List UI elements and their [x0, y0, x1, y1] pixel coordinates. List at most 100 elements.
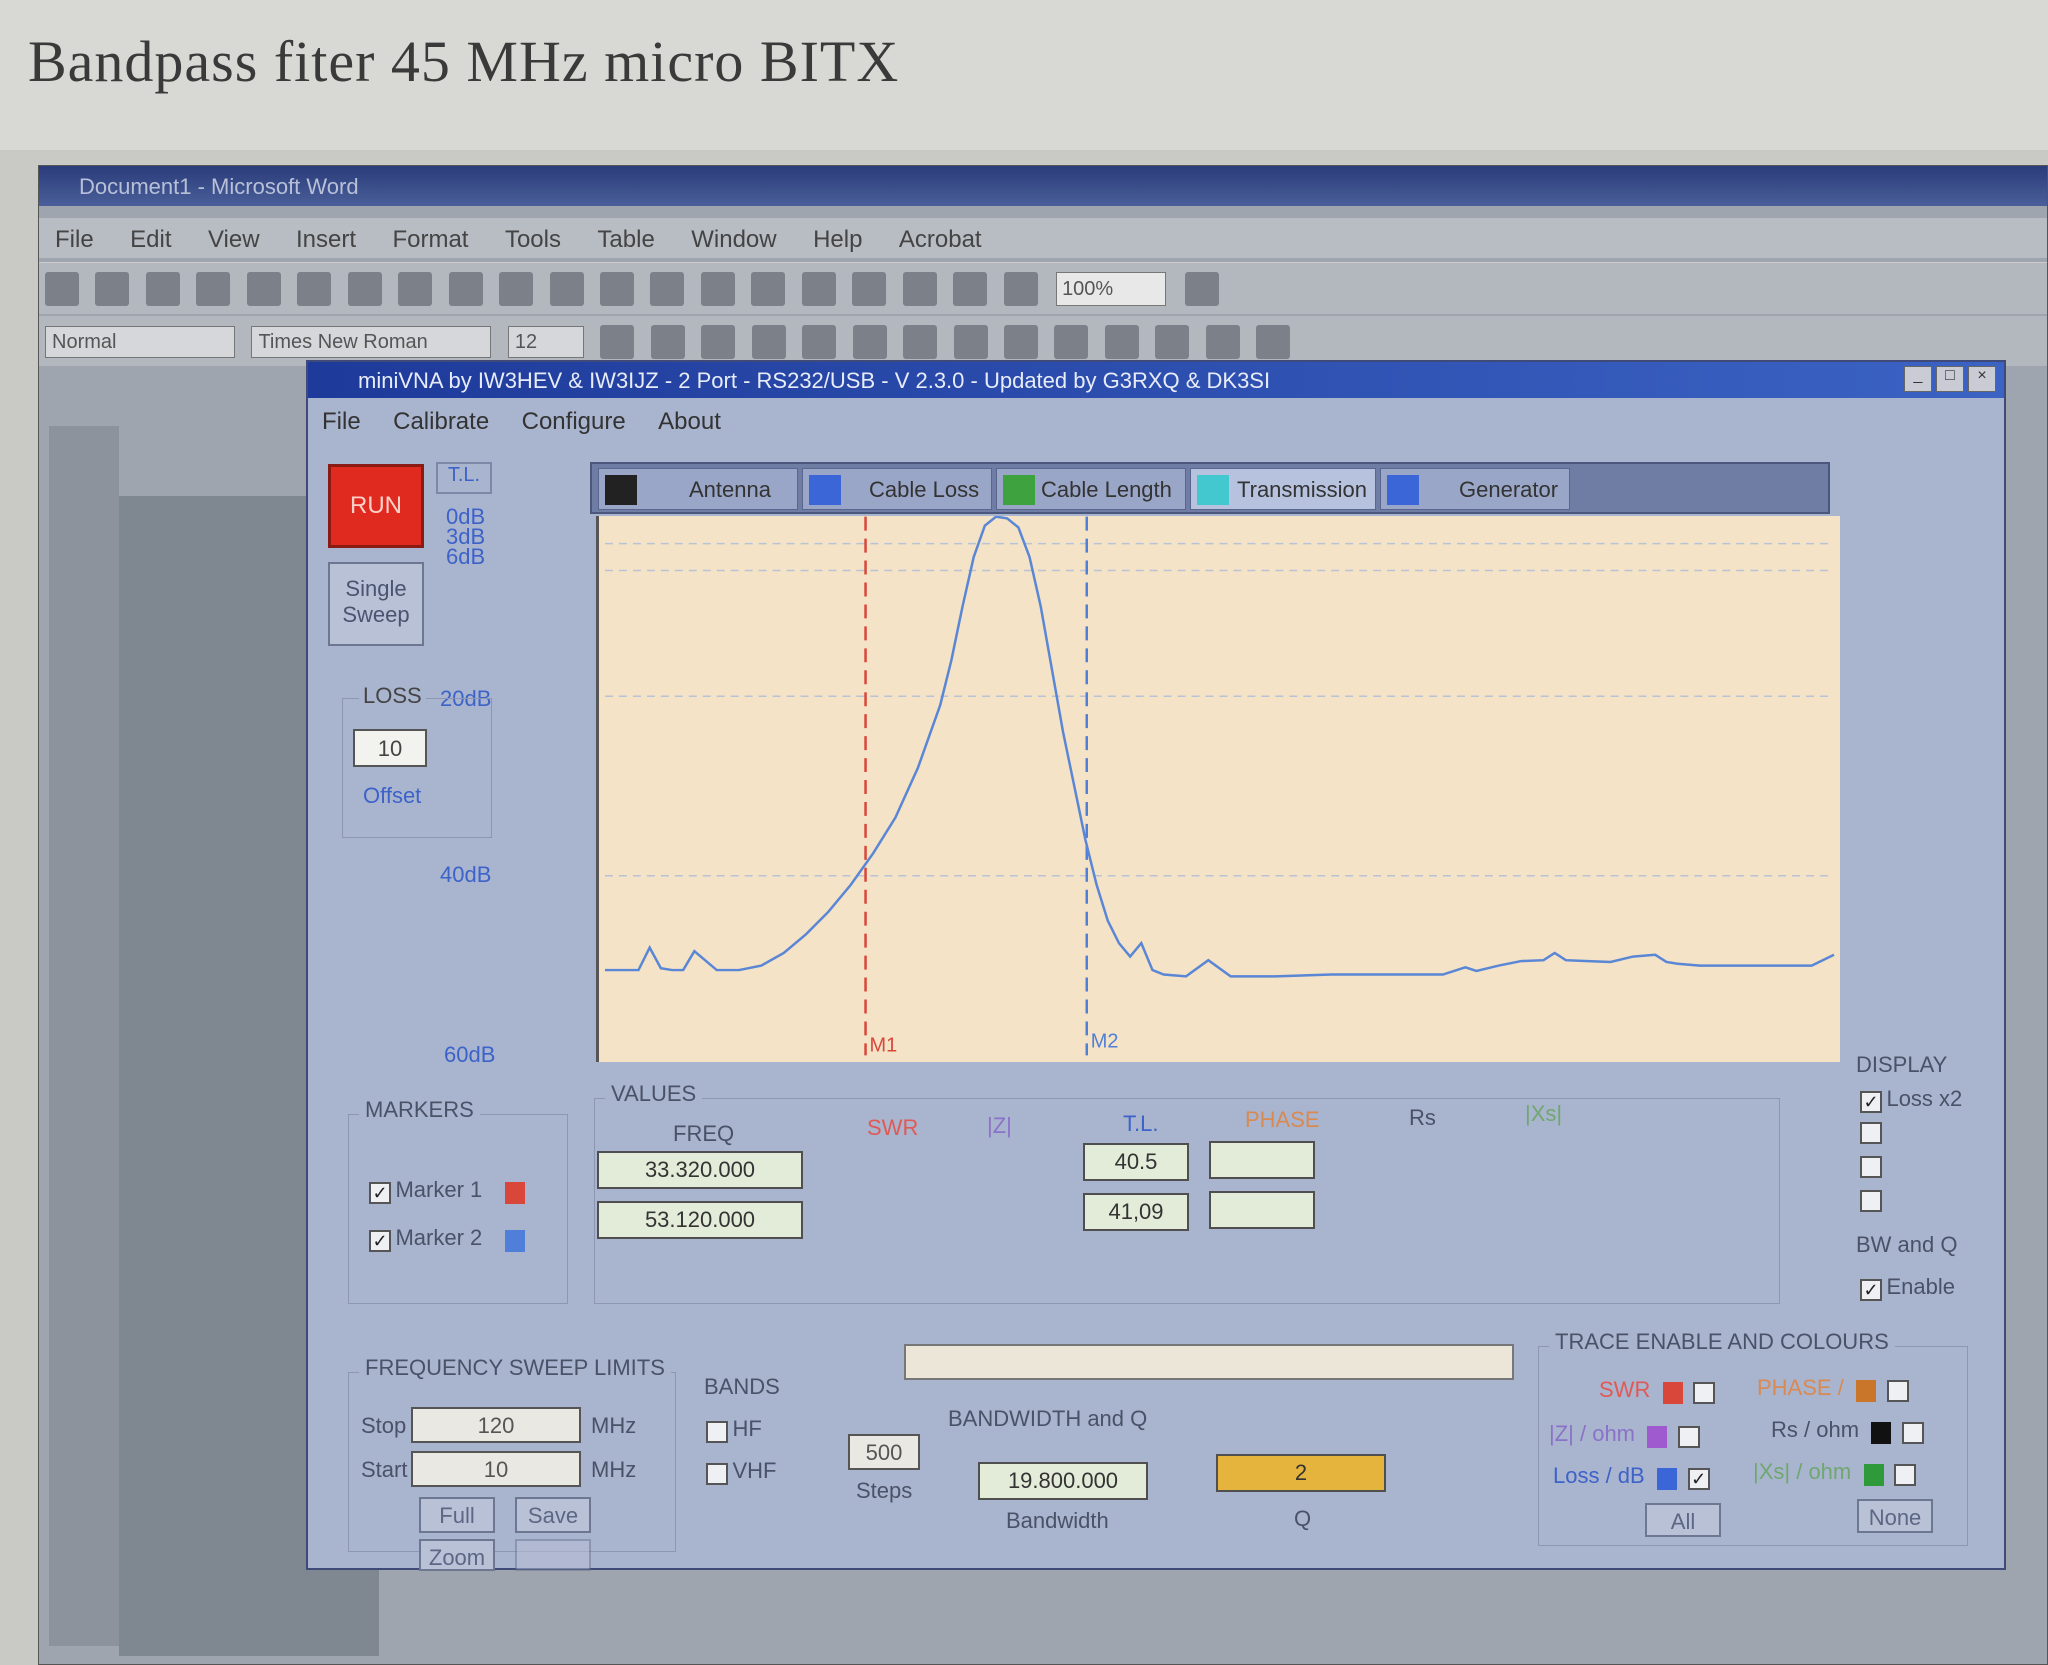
menu-file[interactable]: File [308, 402, 375, 442]
display-checkbox-3[interactable] [1860, 1156, 1882, 1178]
transmission-plot[interactable]: M1 M2 [596, 516, 1840, 1062]
increase-indent-icon[interactable] [1104, 325, 1139, 359]
loss-color-swatch[interactable] [1657, 1467, 1678, 1490]
minimize-icon[interactable]: _ [1904, 366, 1932, 392]
align-right-icon[interactable] [852, 325, 887, 359]
font-color-icon[interactable] [1256, 325, 1291, 359]
save-disk-icon[interactable] [145, 272, 180, 306]
justify-icon[interactable] [903, 325, 938, 359]
tab-transmission[interactable]: Transmission [1190, 468, 1376, 510]
word-menu-window[interactable]: Window [675, 218, 792, 262]
word-menu-tools[interactable]: Tools [489, 218, 577, 262]
zoom-select[interactable]: 100% [1056, 272, 1167, 306]
bw-enable-checkbox[interactable]: ✓ [1860, 1278, 1882, 1301]
save-button[interactable]: Save [515, 1497, 591, 1533]
swr-color-swatch[interactable] [1662, 1381, 1683, 1404]
spelling-icon[interactable] [297, 272, 332, 306]
display-checkbox-4-box[interactable] [1860, 1190, 1882, 1212]
new-document-icon[interactable] [45, 272, 79, 306]
display-checkbox-2[interactable] [1860, 1122, 1882, 1144]
help-icon[interactable] [1184, 272, 1219, 306]
highlight-icon[interactable] [1205, 325, 1240, 359]
open-folder-icon[interactable] [95, 272, 130, 306]
phase-trace-checkbox[interactable] [1886, 1379, 1909, 1402]
menu-configure[interactable]: Configure [508, 402, 640, 442]
font-size-select[interactable]: 12 [507, 326, 584, 358]
insert-excel-icon[interactable] [801, 272, 836, 306]
underline-icon[interactable] [701, 325, 736, 359]
phase-color-swatch[interactable] [1856, 1379, 1877, 1402]
hyperlink-icon[interactable] [650, 272, 685, 306]
z-color-swatch[interactable] [1647, 1425, 1668, 1448]
word-menu-format[interactable]: Format [376, 218, 484, 262]
loss-input[interactable]: 10 [353, 729, 427, 767]
rs-trace-checkbox[interactable] [1901, 1421, 1924, 1444]
zoom-button[interactable]: Zoom [419, 1539, 495, 1571]
align-center-icon[interactable] [802, 325, 837, 359]
word-menu-insert[interactable]: Insert [280, 218, 372, 262]
copy-icon[interactable] [398, 272, 433, 306]
tab-cable-length[interactable]: Cable Length [996, 468, 1186, 510]
all-traces-button[interactable]: All [1645, 1503, 1721, 1537]
hf-checkbox[interactable] [706, 1420, 728, 1443]
close-icon[interactable]: × [1968, 366, 1996, 392]
vhf-checkbox[interactable] [706, 1462, 728, 1485]
bold-icon[interactable] [600, 325, 635, 359]
insert-table-icon[interactable] [751, 272, 786, 306]
rs-color-swatch[interactable] [1871, 1421, 1892, 1444]
menu-about[interactable]: About [644, 402, 735, 442]
word-menu-help[interactable]: Help [797, 218, 878, 262]
print-preview-icon[interactable] [246, 272, 281, 306]
marker-1-color-swatch[interactable] [504, 1181, 525, 1204]
swr-trace-checkbox[interactable] [1693, 1381, 1716, 1404]
word-menu-acrobat[interactable]: Acrobat [883, 218, 998, 262]
stop-input[interactable]: 120 [411, 1407, 581, 1443]
run-button[interactable]: RUN [328, 464, 424, 548]
format-painter-icon[interactable] [499, 272, 534, 306]
tab-generator[interactable]: Generator [1380, 468, 1570, 510]
no-traces-button[interactable]: None [1857, 1499, 1933, 1533]
drawing-icon[interactable] [902, 272, 937, 306]
tables-borders-icon[interactable] [700, 272, 735, 306]
single-sweep-button[interactable]: Single Sweep [328, 562, 424, 646]
font-select[interactable]: Times New Roman [251, 326, 492, 358]
show-hide-icon[interactable] [1003, 272, 1038, 306]
columns-icon[interactable] [852, 272, 887, 306]
loss-trace-checkbox[interactable]: ✓ [1687, 1467, 1710, 1490]
maximize-icon[interactable]: □ [1936, 366, 1964, 392]
undo-icon[interactable] [549, 272, 584, 306]
xs-color-swatch[interactable] [1863, 1463, 1884, 1486]
document-map-icon[interactable] [953, 272, 988, 306]
display-checkbox-4[interactable] [1860, 1190, 1882, 1212]
word-menu-file[interactable]: File [39, 218, 110, 262]
word-menu-table[interactable]: Table [581, 218, 670, 262]
numbering-icon[interactable] [953, 325, 988, 359]
loss-x2-checkbox[interactable]: ✓ [1860, 1090, 1882, 1113]
bullets-icon[interactable] [1003, 325, 1038, 359]
menu-calibrate[interactable]: Calibrate [379, 402, 503, 442]
word-menu-view[interactable]: View [192, 218, 276, 262]
xs-trace-checkbox[interactable] [1894, 1463, 1917, 1486]
marker-1-checkbox[interactable]: ✓ [369, 1181, 391, 1204]
marker-2-color-swatch[interactable] [504, 1229, 525, 1252]
redo-icon[interactable] [599, 272, 634, 306]
italic-icon[interactable] [650, 325, 685, 359]
marker-2-checkbox[interactable]: ✓ [369, 1229, 391, 1252]
border-icon[interactable] [1155, 325, 1190, 359]
tab-cable-loss[interactable]: Cable Loss [802, 468, 992, 510]
start-input[interactable]: 10 [411, 1451, 581, 1487]
full-button[interactable]: Full [419, 1497, 495, 1533]
decrease-indent-icon[interactable] [1054, 325, 1089, 359]
z-trace-checkbox[interactable] [1677, 1425, 1700, 1448]
steps-input[interactable]: 500 [848, 1434, 920, 1470]
print-icon[interactable] [196, 272, 231, 306]
align-left-icon[interactable] [751, 325, 786, 359]
tab-antenna[interactable]: Antenna [598, 468, 798, 510]
display-checkbox-3-box[interactable] [1860, 1156, 1882, 1178]
style-select[interactable]: Normal [45, 326, 235, 358]
offset-label[interactable]: Offset [363, 783, 421, 809]
word-menu-edit[interactable]: Edit [114, 218, 187, 262]
paste-icon[interactable] [448, 272, 483, 306]
display-checkbox-2-box[interactable] [1860, 1122, 1882, 1144]
cut-icon[interactable] [347, 272, 382, 306]
